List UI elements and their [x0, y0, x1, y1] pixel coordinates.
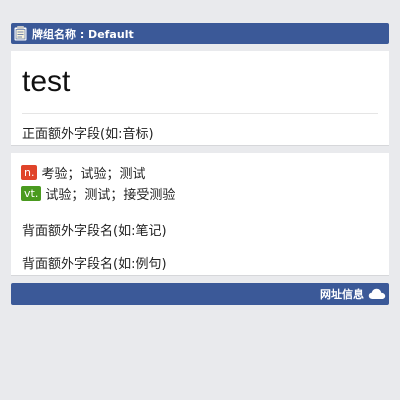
back-extra-field-notes: 背面额外字段名(如:笔记) [22, 224, 167, 239]
definition-row: n. 考验；试验；测试 [21, 163, 145, 182]
back-extra-field-example: 背面额外字段名(如:例句) [22, 257, 167, 272]
pos-badge: n. [21, 165, 38, 180]
deck-header: 牌组名称 : Default [11, 23, 389, 44]
definition-row: vt. 试验；测试；接受测验 [21, 184, 175, 203]
definition-text: 试验；测试；接受测验 [45, 188, 176, 203]
definition-text: 考验；试验；测试 [41, 167, 146, 182]
front-extra-field: 正面额外字段(如:音标) [22, 127, 154, 142]
card-front: test 正面额外字段(如:音标) [11, 51, 389, 146]
cloud-icon[interactable] [368, 288, 386, 300]
front-word: test [22, 65, 71, 98]
notebook-icon [14, 26, 27, 41]
deck-name-label: 牌组名称 : Default [32, 27, 134, 41]
divider [22, 113, 378, 114]
pos-badge: vt. [21, 186, 42, 201]
card-back: n. 考验；试验；测试 vt. 试验；测试；接受测验 背面额外字段名(如:笔记)… [11, 153, 389, 276]
url-info-label[interactable]: 网址信息 [320, 286, 364, 302]
url-info-bar[interactable]: 网址信息 [11, 283, 389, 305]
